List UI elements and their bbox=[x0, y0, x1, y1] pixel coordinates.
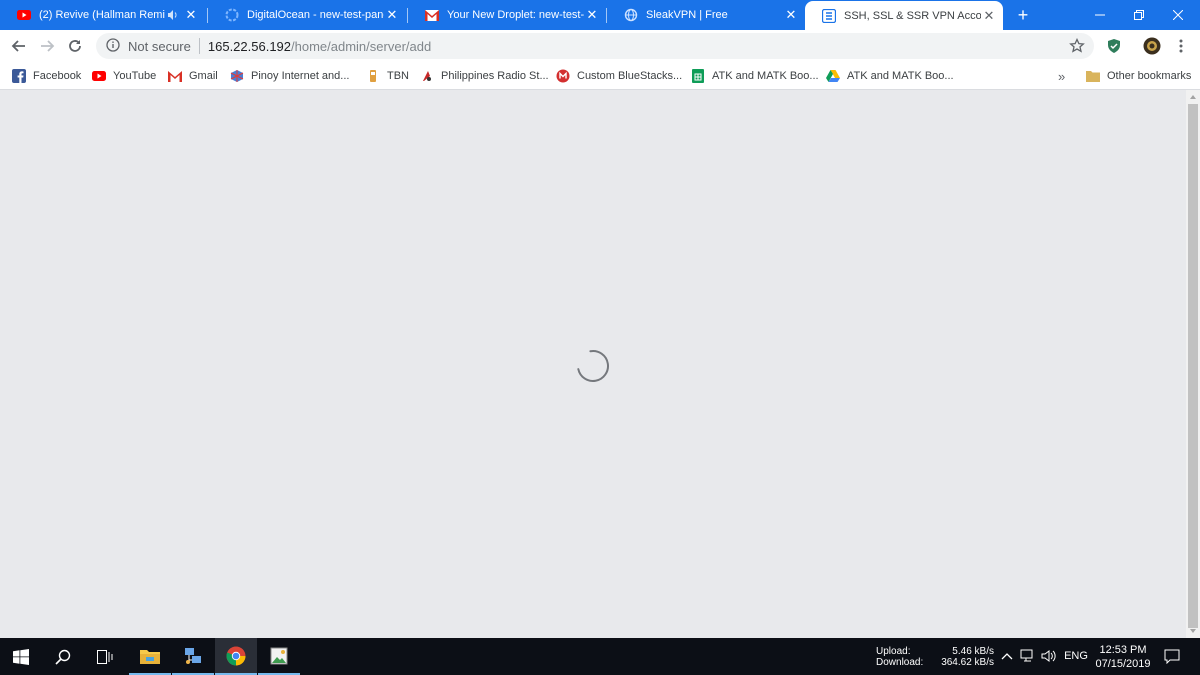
chevron-up-icon[interactable] bbox=[999, 648, 1015, 664]
bookmark-atk-drive[interactable]: ATK and MATK Boo... bbox=[826, 66, 954, 86]
bookmark-tbn[interactable]: TBN bbox=[366, 66, 409, 86]
download-value: 364.62 kB/s bbox=[941, 657, 994, 668]
clock[interactable]: 12:53 PM 07/15/2019 bbox=[1090, 643, 1156, 671]
url-path: /home/admin/server/add bbox=[291, 38, 432, 54]
network-icon[interactable] bbox=[1020, 648, 1036, 664]
network-meter: Upload: 5.46 kB/s Download: 364.62 kB/s bbox=[876, 646, 994, 668]
tab-gmail[interactable]: Your New Droplet: new-test-panel ✕ bbox=[408, 0, 606, 30]
scrollbar-thumb[interactable] bbox=[1188, 104, 1198, 628]
tab-title: Your New Droplet: new-test-panel bbox=[447, 9, 584, 21]
bookmark-bluestacks[interactable]: Custom BlueStacks... bbox=[556, 66, 682, 86]
new-tab-button[interactable]: + bbox=[1013, 5, 1033, 25]
bookmark-label: Gmail bbox=[189, 70, 218, 82]
bookmarks-overflow-button[interactable]: » bbox=[1058, 66, 1065, 86]
upload-value: 5.46 kB/s bbox=[952, 646, 994, 657]
close-window-button[interactable] bbox=[1155, 0, 1200, 30]
page-content bbox=[0, 90, 1186, 638]
info-icon[interactable] bbox=[106, 37, 120, 55]
upload-label: Upload: bbox=[876, 646, 911, 657]
youtube-icon bbox=[92, 69, 106, 83]
task-view-icon[interactable] bbox=[84, 638, 126, 675]
bookmark-atk-sheets[interactable]: ATK and MATK Boo... bbox=[691, 66, 819, 86]
tab-ssh-accounts[interactable]: SSH, SSL & SSR VPN Accounts ✕ bbox=[805, 1, 1003, 30]
start-button[interactable] bbox=[0, 638, 42, 675]
tab-youtube[interactable]: (2) Revive (Hallman Remix) ✕ bbox=[0, 0, 205, 30]
pinoy-icon bbox=[230, 69, 244, 83]
tab-strip: (2) Revive (Hallman Remix) ✕ DigitalOcea… bbox=[0, 0, 1200, 30]
close-tab-icon[interactable]: ✕ bbox=[981, 8, 997, 24]
bookmark-label: ATK and MATK Boo... bbox=[847, 70, 954, 82]
drive-icon bbox=[826, 69, 840, 83]
tab-title: SSH, SSL & SSR VPN Accounts bbox=[844, 9, 981, 22]
windows-taskbar: Upload: 5.46 kB/s Download: 364.62 kB/s … bbox=[0, 638, 1200, 675]
bookmark-label: Philippines Radio St... bbox=[441, 70, 549, 82]
close-tab-icon[interactable]: ✕ bbox=[384, 7, 400, 23]
bookmark-youtube[interactable]: YouTube bbox=[92, 66, 156, 86]
radio-icon bbox=[420, 69, 434, 83]
loading-spinner-icon bbox=[577, 350, 609, 382]
forward-button[interactable] bbox=[35, 34, 59, 58]
bluestacks-icon bbox=[556, 69, 570, 83]
chrome-taskbar-icon[interactable] bbox=[215, 638, 257, 675]
close-tab-icon[interactable]: ✕ bbox=[783, 7, 799, 23]
bookmarks-bar: Facebook YouTube Gmail Pinoy Internet an… bbox=[0, 62, 1200, 90]
bookmark-label: Pinoy Internet and... bbox=[251, 70, 350, 82]
bookmark-facebook[interactable]: Facebook bbox=[12, 66, 81, 86]
bookmark-label: YouTube bbox=[113, 70, 157, 82]
clock-date: 07/15/2019 bbox=[1095, 658, 1151, 670]
clock-time: 12:53 PM bbox=[1099, 644, 1147, 656]
bookmark-label: Custom BlueStacks... bbox=[577, 70, 683, 82]
notifications-icon[interactable] bbox=[1164, 648, 1180, 664]
sheets-icon bbox=[691, 69, 705, 83]
image-app-icon[interactable] bbox=[258, 638, 300, 675]
scroll-up-icon[interactable] bbox=[1189, 94, 1197, 100]
bookmark-pinoy[interactable]: Pinoy Internet and... bbox=[230, 66, 349, 86]
file-explorer-icon[interactable] bbox=[129, 638, 171, 675]
scroll-down-icon[interactable] bbox=[1189, 628, 1197, 634]
tab-sleakvpn[interactable]: SleakVPN | Free ✕ bbox=[607, 0, 805, 30]
shield-extension-icon[interactable] bbox=[1102, 34, 1126, 58]
close-tab-icon[interactable]: ✕ bbox=[584, 7, 600, 23]
digitalocean-icon bbox=[225, 8, 239, 22]
bookmark-gmail[interactable]: Gmail bbox=[168, 66, 218, 86]
other-bookmarks-label: Other bookmarks bbox=[1107, 70, 1192, 82]
profile-avatar[interactable] bbox=[1140, 34, 1164, 58]
download-label: Download: bbox=[876, 657, 924, 668]
network-app-icon[interactable] bbox=[172, 638, 214, 675]
volume-icon[interactable] bbox=[1041, 648, 1057, 664]
url-host: 165.22.56.192 bbox=[207, 38, 292, 54]
bookmark-label: TBN bbox=[387, 70, 409, 82]
tab-title: DigitalOcean - new-test-panel bbox=[247, 9, 384, 21]
page-scrollbar[interactable] bbox=[1186, 90, 1200, 638]
gmail-icon bbox=[168, 69, 182, 83]
tab-title: SleakVPN | Free bbox=[646, 9, 728, 21]
globe-icon bbox=[624, 8, 638, 22]
reload-button[interactable] bbox=[63, 34, 87, 58]
bookmark-label: Facebook bbox=[33, 70, 82, 82]
audio-icon[interactable] bbox=[165, 7, 181, 23]
search-icon[interactable] bbox=[42, 638, 84, 675]
close-tab-icon[interactable]: ✕ bbox=[183, 7, 199, 23]
bookmark-label: ATK and MATK Boo... bbox=[712, 70, 819, 82]
back-button[interactable] bbox=[7, 34, 31, 58]
facebook-icon bbox=[12, 69, 26, 83]
divider bbox=[198, 38, 200, 54]
site-icon bbox=[822, 8, 836, 23]
gmail-icon bbox=[425, 8, 439, 22]
youtube-icon bbox=[17, 8, 31, 22]
browser-toolbar: Not secure 165.22.56.192/home/admin/serv… bbox=[0, 30, 1200, 62]
security-label[interactable]: Not secure bbox=[128, 39, 191, 54]
menu-icon[interactable] bbox=[1169, 34, 1193, 58]
language-indicator[interactable]: ENG bbox=[1064, 648, 1088, 664]
tab-digitalocean[interactable]: DigitalOcean - new-test-panel ✕ bbox=[208, 0, 406, 30]
other-bookmarks[interactable]: Other bookmarks bbox=[1086, 66, 1191, 86]
folder-icon bbox=[1086, 69, 1100, 83]
tbn-icon bbox=[366, 69, 380, 83]
address-bar[interactable]: Not secure 165.22.56.192/home/admin/serv… bbox=[96, 33, 1094, 59]
bookmark-philippines-radio[interactable]: Philippines Radio St... bbox=[420, 66, 549, 86]
tab-title: (2) Revive (Hallman Remix) bbox=[39, 9, 165, 21]
bookmark-star-icon[interactable] bbox=[1068, 37, 1086, 55]
